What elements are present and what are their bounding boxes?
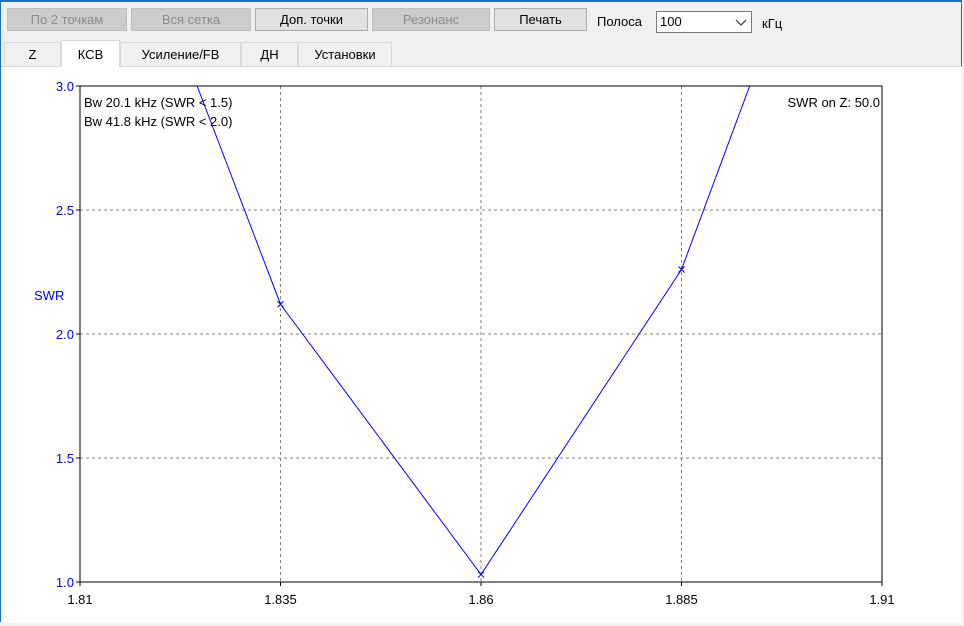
- swr-chart: 1.81 1.835 1.86 1.885 1.91 1.0 1.5 2.0 2.5 3.0 SWR…: [34, 79, 895, 607]
- y-tick-label: 1.0: [56, 575, 74, 590]
- x-tick-label: 1.885: [665, 592, 698, 607]
- swr-series-line: [196, 85, 751, 576]
- by-two-points-button[interactable]: По 2 точкам: [7, 8, 127, 31]
- print-button[interactable]: Печать: [494, 8, 587, 31]
- band-label: Полоса: [597, 14, 642, 29]
- tab-pattern[interactable]: ДН: [241, 42, 298, 66]
- band-select[interactable]: 100: [656, 11, 752, 33]
- x-tick-label: 1.835: [264, 592, 297, 607]
- tab-z[interactable]: Z: [4, 42, 61, 66]
- y-tick-label: 1.5: [56, 451, 74, 466]
- tab-bar: Z КСВ Усиление/FB ДН Установки: [0, 40, 964, 67]
- y-tick-label: 3.0: [56, 79, 74, 94]
- x-tick-label: 1.81: [67, 592, 92, 607]
- tab-settings[interactable]: Установки: [298, 42, 392, 66]
- bw-2-0-annotation: Bw 41.8 kHz (SWR < 2.0): [84, 114, 232, 129]
- band-unit-label: кГц: [762, 16, 783, 31]
- tab-swr[interactable]: КСВ: [61, 40, 120, 67]
- extra-points-button[interactable]: Доп. точки: [255, 8, 368, 31]
- swr-chart-panel: 1.81 1.835 1.86 1.885 1.91 1.0 1.5 2.0 2.5 3.0 SWR…: [1, 66, 962, 623]
- y-tick-label: 2.5: [56, 203, 74, 218]
- tab-gain-fb[interactable]: Усиление/FB: [120, 42, 241, 66]
- y-tick-label: 2.0: [56, 327, 74, 342]
- band-select-value: 100: [660, 14, 682, 29]
- toolbar: По 2 точкам Вся сетка Доп. точки Резонан…: [0, 3, 964, 33]
- chevron-down-icon: [735, 19, 747, 26]
- y-axis-label: SWR: [34, 288, 64, 303]
- x-tick-label: 1.91: [869, 592, 894, 607]
- resonance-button[interactable]: Резонанс: [372, 8, 490, 31]
- x-tick-label: 1.86: [468, 592, 493, 607]
- swr-on-z-annotation: SWR on Z: 50.0: [788, 95, 880, 110]
- whole-grid-button[interactable]: Вся сетка: [131, 8, 251, 31]
- bw-1-5-annotation: Bw 20.1 kHz (SWR < 1.5): [84, 95, 232, 110]
